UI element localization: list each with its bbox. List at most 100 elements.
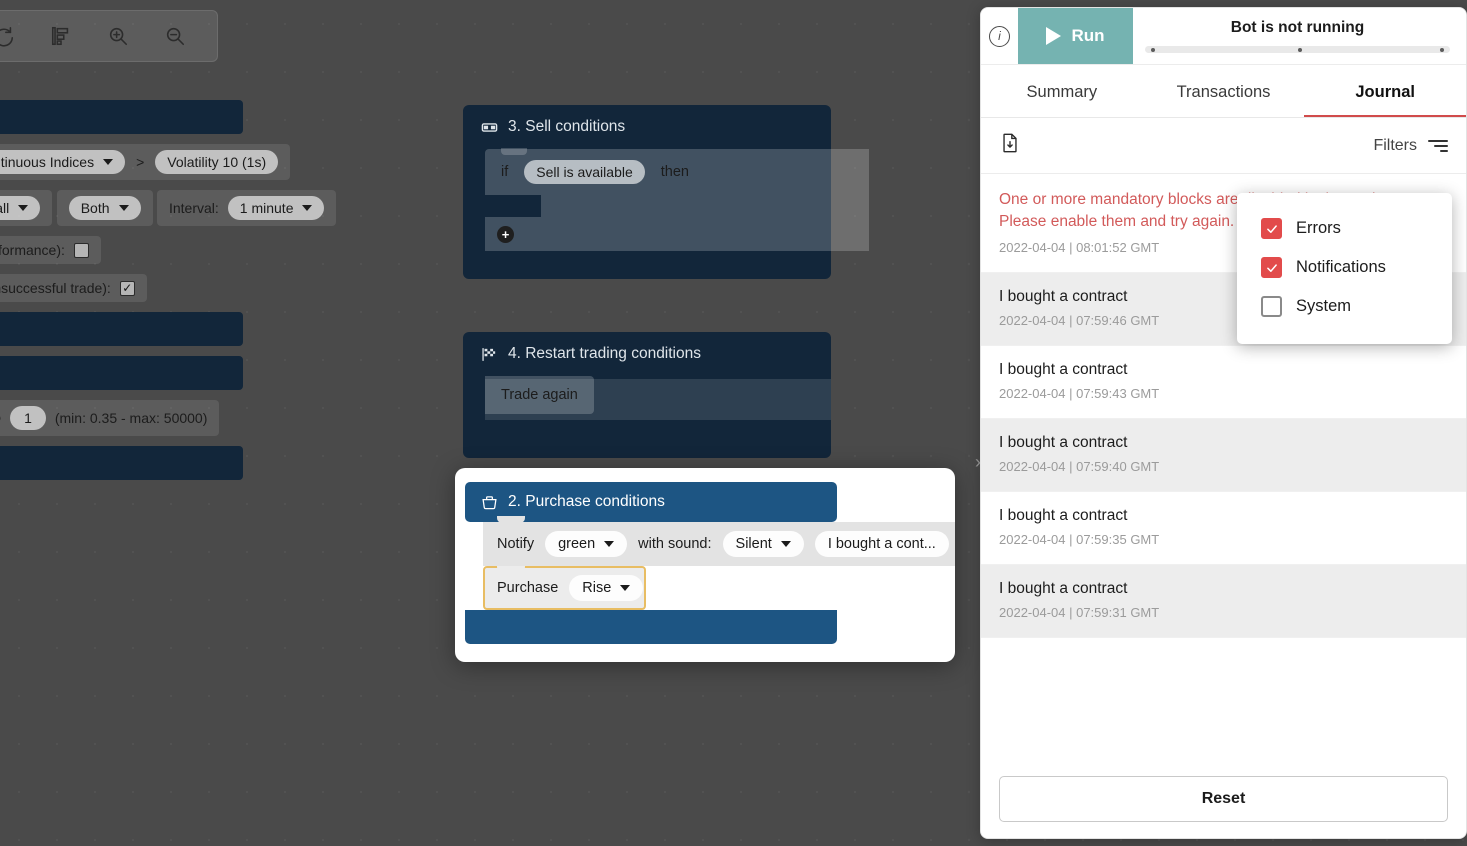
journal-message: I bought a contract bbox=[999, 580, 1128, 597]
notify-message-input[interactable]: I bought a cont... bbox=[814, 531, 949, 557]
chevron-down-icon bbox=[302, 205, 313, 211]
workspace-toolbar bbox=[0, 10, 218, 62]
restart-on-error-label: on error (disable for better performance… bbox=[0, 242, 65, 258]
block-footer bbox=[485, 414, 831, 458]
restart-on-error-checkbox[interactable] bbox=[73, 242, 89, 258]
restart-conditions-block[interactable]: 4. Restart trading conditions Trade agai… bbox=[463, 332, 831, 458]
block-notch bbox=[497, 516, 525, 523]
journal-item: I bought a contract 2022-04-04 | 07:59:3… bbox=[981, 565, 1466, 638]
journal-timestamp: 2022-04-04 | 07:59:35 GMT bbox=[999, 532, 1160, 547]
run-button[interactable]: Run bbox=[1018, 8, 1133, 64]
interval-value: 1 minute bbox=[239, 200, 294, 216]
filters-button[interactable]: Filters bbox=[1373, 137, 1448, 155]
interval-select[interactable]: 1 minute bbox=[227, 196, 325, 220]
purchase-conditions-spotlight: 2. Purchase conditions Notify green with… bbox=[455, 468, 955, 662]
purchase-type-value: Rise bbox=[582, 580, 612, 596]
purchase-block-footer bbox=[465, 610, 837, 644]
sell-card-icon bbox=[481, 122, 498, 132]
redo-icon[interactable] bbox=[0, 23, 17, 49]
journal-timestamp: 2022-04-04 | 07:59:31 GMT bbox=[999, 605, 1160, 620]
filters-label: Filters bbox=[1373, 136, 1417, 154]
chevron-down-icon bbox=[18, 205, 29, 211]
filter-option-label: Errors bbox=[1296, 219, 1341, 237]
filter-option-label: System bbox=[1296, 297, 1352, 315]
sell-add-row[interactable]: + bbox=[485, 217, 869, 251]
journal-footer: Reset bbox=[981, 764, 1466, 838]
trade-type-breadcrumb: Up/Down > Rise/Fall bbox=[0, 190, 53, 226]
checkbox-checked-icon[interactable] bbox=[1261, 218, 1282, 239]
purchase-conditions-title: 2. Purchase conditions bbox=[508, 493, 665, 510]
sell-condition-value[interactable]: Sell is available bbox=[524, 160, 645, 184]
trade-type-label: Rise/Fall bbox=[0, 200, 10, 216]
chevron-down-icon bbox=[118, 205, 129, 211]
app-root: rameters hetic Indices > Continuous Indi… bbox=[0, 0, 1467, 846]
stake-value: 1 bbox=[24, 410, 32, 426]
tab-transactions[interactable]: Transactions bbox=[1143, 65, 1305, 117]
run-panel-header: i Run Bot is not running bbox=[981, 8, 1466, 65]
sell-conditions-block[interactable]: 3. Sell conditions if Sell is available … bbox=[463, 105, 869, 279]
notify-label: Notify bbox=[497, 536, 535, 552]
market-breadcrumb: hetic Indices > Continuous Indices > Vol… bbox=[0, 144, 291, 180]
sell-conditions-header: 3. Sell conditions bbox=[463, 105, 831, 149]
restart-conditions-header: 4. Restart trading conditions bbox=[463, 332, 831, 376]
market-subcategory-select[interactable]: Continuous Indices bbox=[0, 150, 126, 174]
market-subcategory-label: Continuous Indices bbox=[0, 154, 95, 170]
skip-on-error-label: de on error (bot ignores the unsuccessfu… bbox=[0, 280, 111, 296]
checkbox-checked-icon[interactable] bbox=[1261, 257, 1282, 278]
interval-label: Interval: bbox=[168, 200, 219, 216]
journal-toolbar: Filters bbox=[981, 118, 1466, 174]
filter-option-system[interactable]: System bbox=[1237, 287, 1452, 326]
stepper-dot bbox=[1297, 47, 1302, 52]
stake-input[interactable]: 1 bbox=[10, 406, 46, 430]
contract-type-row: Both bbox=[56, 190, 153, 226]
zoom-out-icon[interactable] bbox=[162, 23, 188, 49]
trade-again-block[interactable]: Trade again bbox=[485, 376, 594, 414]
filter-option-notifications[interactable]: Notifications bbox=[1237, 248, 1452, 287]
trade-parameters-panel: rameters hetic Indices > Continuous Indi… bbox=[0, 100, 420, 490]
market-symbol-label: Volatility 10 (1s) bbox=[167, 154, 267, 170]
market-symbol-select[interactable]: Volatility 10 (1s) bbox=[155, 150, 279, 174]
trade-type-select[interactable]: Rise/Fall bbox=[0, 196, 41, 220]
download-file-icon[interactable] bbox=[999, 132, 1021, 159]
filter-option-errors[interactable]: Errors bbox=[1237, 209, 1452, 248]
tab-journal[interactable]: Journal bbox=[1304, 65, 1466, 117]
filter-option-label: Notifications bbox=[1296, 258, 1386, 276]
notify-block[interactable]: Notify green with sound: Silent I bought… bbox=[483, 516, 955, 566]
reset-button[interactable]: Reset bbox=[999, 776, 1448, 822]
notify-color-value: green bbox=[558, 536, 596, 552]
skip-on-error-row: de on error (bot ignores the unsuccessfu… bbox=[0, 274, 147, 302]
sell-statement-gap bbox=[485, 195, 869, 217]
contract-type-select[interactable]: Both bbox=[68, 196, 141, 220]
checkered-flag-icon bbox=[482, 347, 496, 361]
stepper-dot bbox=[1151, 47, 1155, 52]
zoom-in-icon[interactable] bbox=[105, 23, 131, 49]
stepper-dot bbox=[1440, 47, 1444, 52]
parameters-header: rameters bbox=[0, 100, 243, 134]
purchase-block[interactable]: Purchase Rise bbox=[483, 566, 646, 610]
block-footer bbox=[485, 251, 831, 279]
section-bar bbox=[0, 356, 243, 390]
purchase-type-select[interactable]: Rise bbox=[569, 575, 644, 601]
run-button-label: Run bbox=[1071, 26, 1105, 45]
sort-blocks-icon[interactable] bbox=[48, 23, 74, 49]
restart-conditions-body: Trade again bbox=[463, 376, 831, 458]
tab-summary[interactable]: Summary bbox=[981, 65, 1143, 117]
filter-icon bbox=[1428, 139, 1448, 152]
journal-item: I bought a contract 2022-04-04 | 07:59:4… bbox=[981, 346, 1466, 419]
sell-if-row[interactable]: if Sell is available then bbox=[485, 148, 869, 195]
journal-message: I bought a contract bbox=[999, 507, 1128, 524]
add-block-icon[interactable]: + bbox=[497, 225, 514, 243]
skip-on-error-checkbox[interactable]: ✓ bbox=[119, 280, 135, 296]
stake-row: ks 1 Stake: USD 1 (min: 0.35 - max: 5000… bbox=[0, 400, 220, 436]
interval-row: Interval: 1 minute bbox=[156, 190, 337, 226]
checkbox-unchecked-icon[interactable] bbox=[1261, 296, 1282, 317]
journal-message: I bought a contract bbox=[999, 434, 1128, 451]
notify-color-select[interactable]: green bbox=[545, 531, 628, 557]
info-button[interactable]: i bbox=[981, 8, 1018, 64]
notify-sound-select[interactable]: Silent bbox=[722, 531, 804, 557]
journal-item: I bought a contract 2022-04-04 | 07:59:3… bbox=[981, 492, 1466, 565]
bot-status: Bot is not running bbox=[1133, 8, 1466, 64]
basket-icon bbox=[482, 495, 497, 509]
filters-dropdown[interactable]: Errors Notifications System bbox=[1237, 193, 1452, 344]
journal-timestamp: 2022-04-04 | 07:59:40 GMT bbox=[999, 459, 1160, 474]
